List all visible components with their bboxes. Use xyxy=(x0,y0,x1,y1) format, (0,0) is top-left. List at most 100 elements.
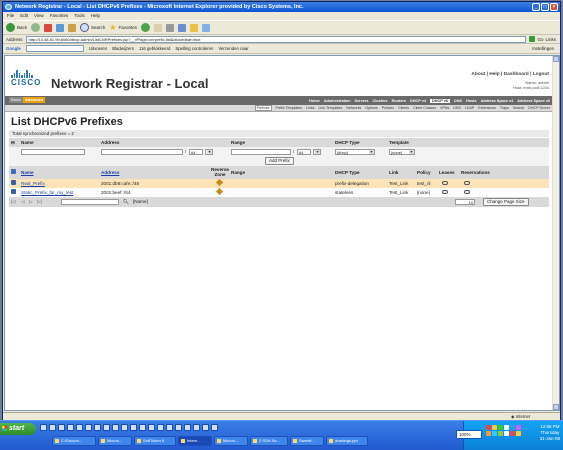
address-length-select[interactable] xyxy=(205,148,213,155)
reverse-zone-icon[interactable] xyxy=(215,187,224,197)
quicklaunch-icon[interactable] xyxy=(112,424,119,431)
leases-icon[interactable] xyxy=(442,188,448,197)
reservations-icon[interactable] xyxy=(464,188,470,197)
quicklaunch-icon[interactable] xyxy=(76,424,83,431)
google-spelling[interactable]: Spelling controleren xyxy=(175,46,213,51)
menu-file[interactable]: File xyxy=(7,12,14,20)
nav-administration[interactable]: Administration xyxy=(324,99,351,103)
nav-dns[interactable]: DNS xyxy=(454,99,462,103)
task-internet-explorer[interactable]: Intern... xyxy=(178,436,212,446)
google-verzenden[interactable]: Verzenden naar xyxy=(218,46,248,51)
first-page-icon[interactable]: |◁ xyxy=(11,197,16,206)
task-ssh[interactable]: 2 SSH Se... xyxy=(250,436,288,446)
quicklaunch-icon[interactable] xyxy=(130,424,137,431)
home-button[interactable] xyxy=(68,23,77,32)
menu-view[interactable]: View xyxy=(34,12,44,20)
stop-button[interactable] xyxy=(44,23,53,32)
page-size-input[interactable]: 10 xyxy=(455,198,475,205)
leases-icon[interactable] xyxy=(442,179,448,188)
quicklaunch-icon[interactable] xyxy=(94,424,101,431)
tray-icon[interactable] xyxy=(504,425,509,430)
menu-edit[interactable]: Edit xyxy=(20,12,28,20)
reservations-icon[interactable] xyxy=(464,179,470,188)
add-prefix-button[interactable]: Add Prefix xyxy=(265,157,294,165)
quicklaunch-icon[interactable] xyxy=(121,424,128,431)
menu-help[interactable]: Help xyxy=(91,12,100,20)
range-length-input[interactable]: 64 xyxy=(297,148,311,155)
table-row[interactable]: Static_Prefix_for_my_test 2001:beef::/64… xyxy=(9,187,549,197)
subnav-networks[interactable]: Networks xyxy=(346,106,361,110)
forward-button[interactable] xyxy=(31,23,41,32)
nav-hosts[interactable]: Hosts xyxy=(466,99,477,103)
range-length-select[interactable] xyxy=(313,148,321,155)
subnav-prefix-templates[interactable]: Prefix Templates xyxy=(276,106,303,110)
tray-icon[interactable] xyxy=(486,431,491,436)
mail-button[interactable] xyxy=(153,23,162,32)
reverse-zone-icon[interactable] xyxy=(215,178,224,188)
google-bladwijzers[interactable]: Bladwijzers xyxy=(112,46,134,51)
top-links[interactable]: About | Help | Dashboard | Logout xyxy=(471,72,549,77)
subnav-link-templates[interactable]: Link Templates xyxy=(318,106,342,110)
subnav-prefixes[interactable]: Prefixes xyxy=(254,105,272,111)
nav-home[interactable]: Home xyxy=(309,99,320,103)
address-field[interactable] xyxy=(101,148,183,155)
zoom-percent[interactable]: 100% xyxy=(456,430,482,439)
address-length-input[interactable]: 64 xyxy=(189,148,203,155)
prev-page-icon[interactable]: ◁ xyxy=(21,197,25,206)
table-row[interactable]: Real_Prefix 2001:db8:cafe::/48 prefix-de… xyxy=(9,178,549,188)
search-button[interactable]: Search xyxy=(80,23,105,32)
address-input[interactable]: http://10.48.81.99:8080/dhcp-admin/ListC… xyxy=(25,35,527,43)
refresh-button[interactable] xyxy=(56,23,65,32)
history-button[interactable] xyxy=(140,23,150,32)
next-page-icon[interactable]: ▷ xyxy=(29,197,33,206)
edit-button[interactable] xyxy=(177,23,186,32)
quicklaunch-icon[interactable] xyxy=(157,424,164,431)
delete-icon[interactable] xyxy=(11,179,16,188)
quicklaunch-icon[interactable] xyxy=(58,424,65,431)
quicklaunch-icon[interactable] xyxy=(184,424,191,431)
quicklaunch-icon[interactable] xyxy=(148,424,155,431)
tray-icon[interactable] xyxy=(510,425,515,430)
refresh-list-icon[interactable] xyxy=(11,166,16,179)
subnav-links[interactable]: Links xyxy=(306,106,314,110)
subnav-options[interactable]: Options xyxy=(365,106,377,110)
tray-icon[interactable] xyxy=(504,431,509,436)
task-sametime[interactable]: Sametl... xyxy=(290,436,324,446)
links-button[interactable]: Links xyxy=(545,37,556,42)
subnav-search[interactable]: Search xyxy=(513,106,524,110)
nav-servers[interactable]: Servers xyxy=(355,99,369,103)
google-instellingen[interactable]: Instellingen xyxy=(532,46,554,51)
scroll-down-icon[interactable] xyxy=(553,404,559,410)
nav-address-space-v6[interactable]: Address Space v6 xyxy=(517,99,550,103)
favorites-button[interactable]: ★ Favorites xyxy=(109,23,137,32)
mode-advanced[interactable]: Advanced xyxy=(23,97,46,103)
menu-tools[interactable]: Tools xyxy=(74,12,85,20)
quicklaunch-icon[interactable] xyxy=(139,424,146,431)
subnav-ldap[interactable]: LDAP xyxy=(465,106,474,110)
subnav-clients[interactable]: Clients xyxy=(398,106,409,110)
start-button[interactable]: start xyxy=(0,423,36,435)
nav-address-space-v4[interactable]: Address Space v4 xyxy=(481,99,514,103)
google-uitvoeren[interactable]: Uitvoeren xyxy=(89,46,107,51)
sort-name-link[interactable]: Name xyxy=(21,166,34,179)
quicklaunch-icon[interactable] xyxy=(166,424,173,431)
close-button[interactable]: × xyxy=(550,3,558,11)
subnav-dns[interactable]: DNS xyxy=(453,106,461,110)
messenger-button[interactable] xyxy=(201,23,210,32)
filter-search-icon[interactable]: 🔍︎ xyxy=(123,197,129,206)
scroll-up-icon[interactable] xyxy=(553,56,559,62)
google-popup-blocked[interactable]: 116 geblokkeerd xyxy=(139,46,170,51)
delete-icon[interactable] xyxy=(11,188,16,197)
quicklaunch-icon[interactable] xyxy=(202,424,209,431)
subnav-policies[interactable]: Policies xyxy=(382,106,394,110)
nav-clusters[interactable]: Clusters xyxy=(372,99,387,103)
minimize-button[interactable]: _ xyxy=(532,3,540,11)
template-select[interactable]: [none] xyxy=(389,148,415,155)
prefix-name-link[interactable]: Static_Prefix_for_my_test xyxy=(21,188,73,197)
nav-routers[interactable]: Routers xyxy=(392,99,406,103)
quicklaunch-icon[interactable] xyxy=(67,424,74,431)
quicklaunch-icon[interactable] xyxy=(40,424,47,431)
tray-icon[interactable] xyxy=(516,431,521,436)
tray-icon[interactable] xyxy=(498,431,503,436)
menu-favorites[interactable]: Favorites xyxy=(50,12,69,20)
